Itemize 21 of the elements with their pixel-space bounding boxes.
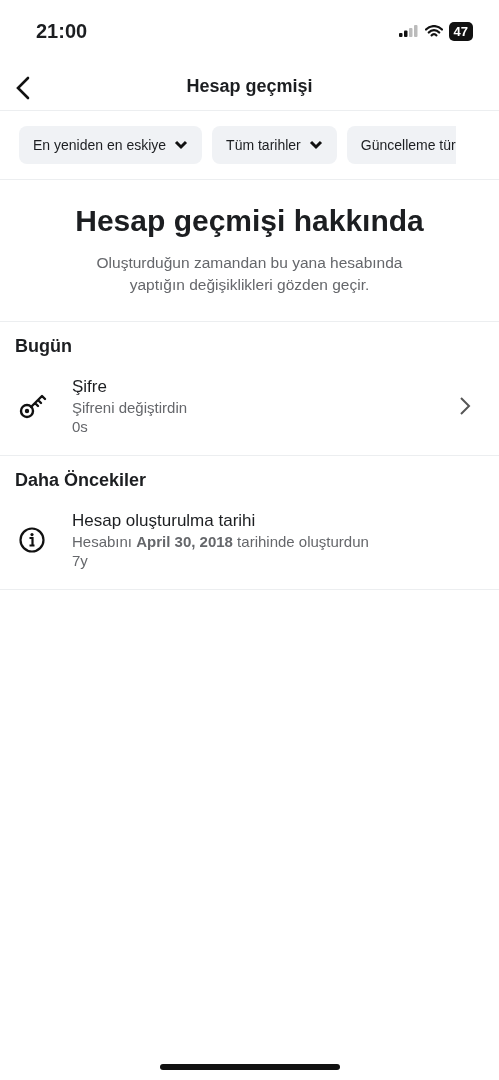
- wifi-icon: [424, 24, 443, 38]
- info-icon: [18, 526, 46, 555]
- filter-chip[interactable]: Güncelleme tür: [346, 126, 456, 164]
- page-title: Hesap geçmişi: [186, 75, 313, 97]
- intro-title: Hesap geçmişi hakkında: [74, 204, 425, 238]
- section-heading: Bugün: [14, 335, 73, 359]
- item-time: 0s: [72, 418, 89, 436]
- item-title: Şifre: [72, 377, 108, 398]
- item-time: 7y: [72, 552, 89, 570]
- status-time: 21:00: [36, 19, 88, 43]
- intro-text: Oluşturduğun zamandan bu yana hesabında yaptığın değişiklikleri gözden geçir.: [95, 253, 404, 295]
- filter-chip[interactable]: Tüm tarihler: [212, 126, 337, 164]
- item-description: Hesabını April 30, 2018 tarihinde oluşturdun: [72, 533, 370, 551]
- filter-chip[interactable]: En yeniden en eskiye: [19, 126, 203, 164]
- signal-icon: [398, 25, 419, 37]
- section-heading: Daha Öncekiler: [14, 469, 148, 493]
- history-item[interactable]: Hesap oluşturulma tarihi Hesabını April 30, 2018 tarihinde oluşturdun 7y: [0, 499, 499, 570]
- item-title: Hesap oluşturulma tarihi: [72, 511, 257, 532]
- item-description: Şifreni değiştirdin: [72, 399, 189, 417]
- history-item[interactable]: Şifre Şifreni değiştirdin 0s: [0, 365, 499, 436]
- battery-level: 47: [448, 21, 473, 41]
